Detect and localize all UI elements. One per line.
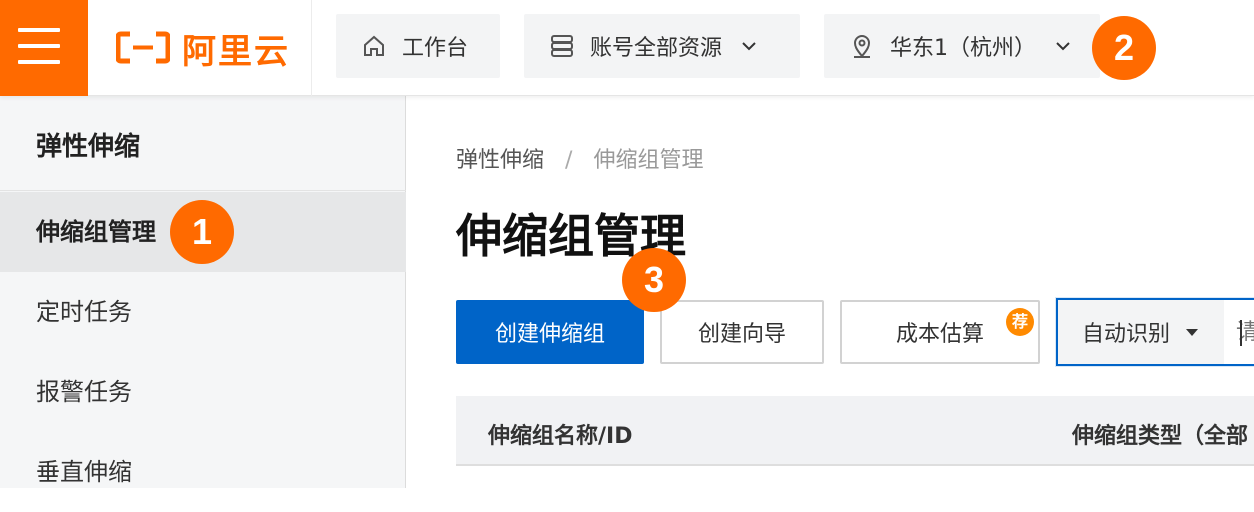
sidebar-divider <box>0 190 406 191</box>
cost-estimate-button[interactable]: 成本估算 荐 <box>840 300 1040 364</box>
cost-estimate-label: 成本估算 <box>895 322 984 347</box>
search-box: 自动识别 <box>1056 298 1254 366</box>
menu-line <box>18 60 60 64</box>
aliyun-logo[interactable]: 阿里云 <box>88 0 312 96</box>
create-wizard-button[interactable]: 创建向导 <box>660 300 824 364</box>
menu-line <box>18 44 60 48</box>
breadcrumb-current: 伸缩组管理 <box>593 148 704 173</box>
menu-line <box>18 28 60 32</box>
hamburger-menu-button[interactable] <box>0 0 88 96</box>
create-scaling-group-button[interactable]: 创建伸缩组 <box>456 300 644 364</box>
sidebar-item-vertical-scaling[interactable]: 垂直伸缩 <box>0 432 406 512</box>
breadcrumb-separator: / <box>565 148 573 173</box>
resource-group-label: 账号全部资源 <box>590 36 723 61</box>
workbench-button[interactable]: 工作台 <box>336 14 500 78</box>
sidebar-title: 弹性伸缩 <box>36 132 141 162</box>
step-marker-2: 2 <box>1092 16 1156 80</box>
top-navigation-bar: 阿里云 工作台 账号全部资源 华东1（杭州） <box>0 0 1254 96</box>
sidebar-item-scheduled-tasks[interactable]: 定时任务 <box>0 272 406 352</box>
recommended-badge: 荐 <box>1006 308 1034 336</box>
column-header-group-type[interactable]: 伸缩组类型（全部 <box>1072 418 1248 450</box>
step-marker-3: 3 <box>622 248 686 312</box>
caret-down-icon <box>1186 328 1199 336</box>
text-cursor <box>1240 320 1242 346</box>
step-marker-1: 1 <box>170 200 234 264</box>
server-stack-icon <box>551 35 573 57</box>
chevron-down-icon <box>742 42 756 51</box>
aliyun-logo-icon <box>116 31 170 64</box>
breadcrumb: 弹性伸缩 / 伸缩组管理 <box>456 142 703 174</box>
location-pin-icon <box>853 35 871 58</box>
search-mode-label: 自动识别 <box>1082 322 1171 347</box>
region-label: 华东1（杭州） <box>890 36 1036 61</box>
breadcrumb-root-link[interactable]: 弹性伸缩 <box>456 148 544 173</box>
workbench-label: 工作台 <box>402 36 469 61</box>
table-header: 伸缩组名称/ID 伸缩组类型（全部 <box>456 396 1254 466</box>
search-mode-dropdown[interactable]: 自动识别 <box>1058 300 1224 364</box>
region-selector[interactable]: 华东1（杭州） <box>824 14 1100 78</box>
sidebar-item-alarm-tasks[interactable]: 报警任务 <box>0 352 406 432</box>
column-header-name-id: 伸缩组名称/ID <box>488 424 633 449</box>
logo-text: 阿里云 <box>182 32 290 72</box>
chevron-down-icon <box>1056 42 1070 51</box>
resource-group-selector[interactable]: 账号全部资源 <box>524 14 800 78</box>
search-input[interactable] <box>1236 310 1254 354</box>
home-icon <box>364 35 384 56</box>
sidebar: 弹性伸缩 伸缩组管理 定时任务 报警任务 垂直伸缩 <box>0 96 406 488</box>
